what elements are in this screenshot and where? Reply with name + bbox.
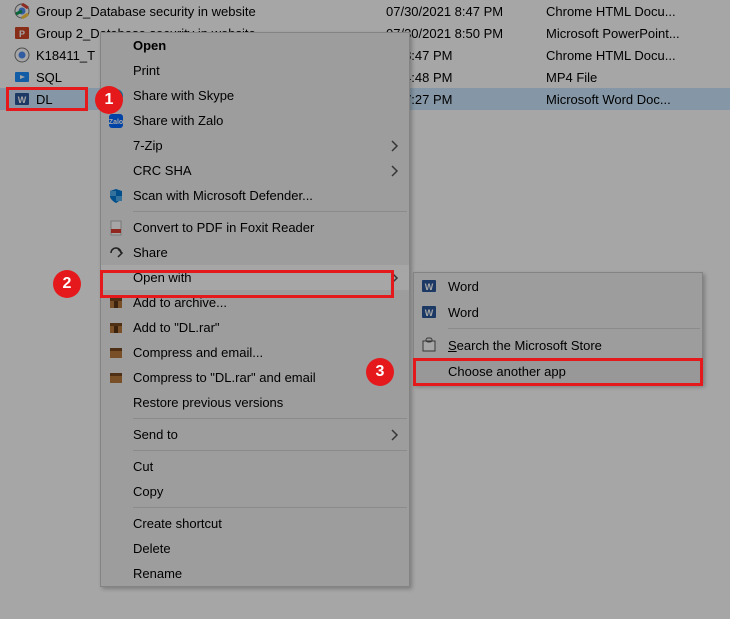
ctx-share-zalo[interactable]: ZaloShare with Zalo — [101, 108, 409, 133]
ctx-rename[interactable]: Rename — [101, 561, 409, 586]
separator — [448, 328, 700, 329]
ctx-delete[interactable]: Delete — [101, 536, 409, 561]
ctx-convert-pdf[interactable]: Convert to PDF in Foxit Reader — [101, 215, 409, 240]
file-type: MP4 File — [546, 70, 726, 85]
ctx-open-with[interactable]: Open with — [101, 265, 409, 290]
file-type: Microsoft PowerPoint... — [546, 26, 726, 41]
open-with-submenu: WWord WWord Search the Microsoft Store C… — [413, 272, 703, 385]
file-date: 07/30/2021 8:50 PM — [386, 26, 546, 41]
pdf-icon — [107, 219, 125, 237]
svg-text:Zalo: Zalo — [109, 119, 123, 126]
file-type: Microsoft Word Doc... — [546, 92, 726, 107]
callout-1: 1 — [95, 86, 123, 114]
svg-text:W: W — [18, 95, 27, 105]
ctx-defender[interactable]: Scan with Microsoft Defender... — [101, 183, 409, 208]
ctx-compress-email[interactable]: Compress and email... — [101, 340, 409, 365]
file-row[interactable]: Group 2_Database security in website 07/… — [0, 0, 730, 22]
share-icon — [107, 244, 125, 262]
video-icon — [14, 69, 30, 85]
callout-2: 2 — [53, 270, 81, 298]
word-icon: W — [14, 91, 30, 107]
separator — [133, 450, 407, 451]
ctx-send-to[interactable]: Send to — [101, 422, 409, 447]
sub-word-2[interactable]: WWord — [414, 299, 702, 325]
ctx-open[interactable]: Open — [101, 33, 409, 58]
ctx-compress-dlrar-email[interactable]: Compress to "DL.rar" and email — [101, 365, 409, 390]
ctx-create-shortcut[interactable]: Create shortcut — [101, 511, 409, 536]
ctx-share-skype[interactable]: SShare with Skype — [101, 83, 409, 108]
svg-text:P: P — [19, 29, 25, 39]
chrome-icon — [14, 47, 30, 63]
winrar-icon — [107, 294, 125, 312]
ctx-share[interactable]: Share — [101, 240, 409, 265]
ctx-cut[interactable]: Cut — [101, 454, 409, 479]
winrar-icon — [107, 344, 125, 362]
zalo-icon: Zalo — [107, 112, 125, 130]
word-icon: W — [420, 277, 438, 295]
ctx-print[interactable]: Print — [101, 58, 409, 83]
file-type: Chrome HTML Docu... — [546, 4, 726, 19]
callout-3: 3 — [366, 358, 394, 386]
file-date: 21 7:27 PM — [386, 92, 546, 107]
winrar-icon — [107, 369, 125, 387]
separator — [133, 418, 407, 419]
file-name: Group 2_Database security in website — [36, 4, 386, 19]
shield-icon — [107, 187, 125, 205]
sub-word-1[interactable]: WWord — [414, 273, 702, 299]
svg-text:W: W — [425, 308, 434, 318]
separator — [133, 507, 407, 508]
ctx-7zip[interactable]: 7-Zip — [101, 133, 409, 158]
ctx-add-archive[interactable]: Add to archive... — [101, 290, 409, 315]
chevron-right-icon — [391, 272, 399, 284]
chevron-right-icon — [391, 165, 399, 177]
chrome-icon — [14, 3, 30, 19]
ctx-crcsha[interactable]: CRC SHA — [101, 158, 409, 183]
chevron-right-icon — [391, 429, 399, 441]
ctx-restore[interactable]: Restore previous versions — [101, 390, 409, 415]
file-date: 21 4:48 PM — [386, 70, 546, 85]
sub-choose-another-app[interactable]: Choose another app — [414, 358, 702, 384]
word-icon: W — [420, 303, 438, 321]
file-date: 21 8:47 PM — [386, 48, 546, 63]
file-date: 07/30/2021 8:47 PM — [386, 4, 546, 19]
svg-text:W: W — [425, 282, 434, 292]
sub-search-store[interactable]: Search the Microsoft Store — [414, 332, 702, 358]
file-size: 10 — [726, 70, 730, 85]
powerpoint-icon: P — [14, 25, 30, 41]
ctx-add-dlrar[interactable]: Add to "DL.rar" — [101, 315, 409, 340]
store-icon — [420, 336, 438, 354]
ctx-copy[interactable]: Copy — [101, 479, 409, 504]
winrar-icon — [107, 319, 125, 337]
file-type: Chrome HTML Docu... — [546, 48, 726, 63]
chevron-right-icon — [391, 140, 399, 152]
separator — [133, 211, 407, 212]
context-menu: Open Print SShare with Skype ZaloShare w… — [100, 32, 410, 587]
